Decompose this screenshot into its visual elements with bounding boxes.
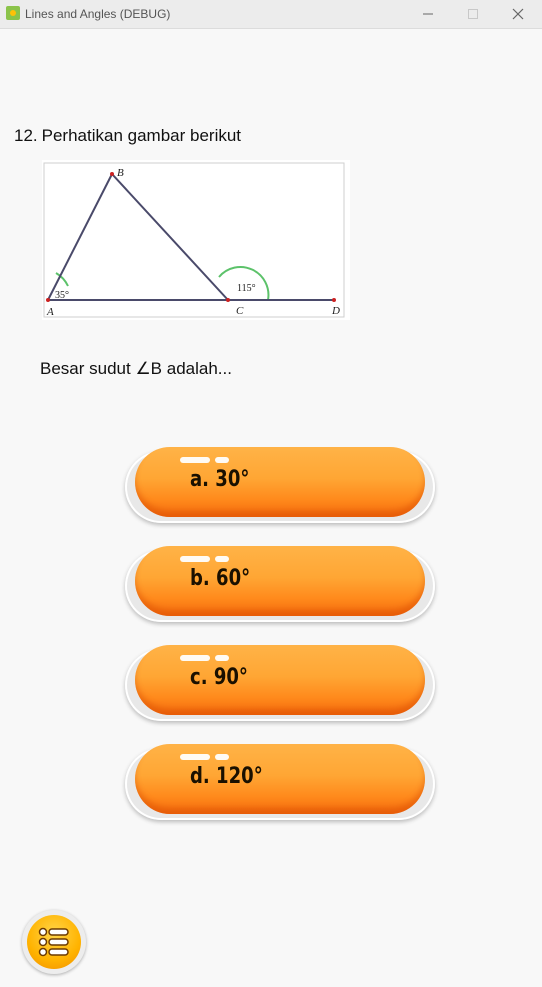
gloss-highlight: [215, 655, 229, 661]
list-menu-icon: [38, 927, 69, 957]
menu-button[interactable]: [22, 910, 86, 974]
label-d: D: [331, 305, 340, 317]
answer-options: a. 30° b. 60° c. 90° d. 120°: [125, 445, 435, 841]
option-d-label: d. 120°: [190, 764, 263, 789]
maximize-icon: [468, 9, 478, 19]
option-a-button[interactable]: a. 30°: [125, 445, 435, 525]
button-face: c. 90°: [135, 645, 425, 715]
minimize-button[interactable]: [405, 0, 451, 28]
gloss-highlight: [215, 457, 229, 463]
maximize-button[interactable]: [450, 0, 496, 28]
triangle-diagram: A B C D 35° 115°: [43, 162, 345, 318]
close-button[interactable]: [495, 0, 541, 28]
point-c: [226, 298, 230, 302]
button-face: d. 120°: [135, 744, 425, 814]
angle-a-label: 35°: [55, 290, 69, 301]
label-c: C: [236, 305, 244, 317]
gloss-highlight: [180, 457, 210, 463]
gloss-highlight: [180, 655, 210, 661]
point-b: [110, 172, 114, 176]
option-b-button[interactable]: b. 60°: [125, 544, 435, 624]
question-text: Perhatikan gambar berikut: [41, 126, 242, 145]
label-b: B: [117, 167, 124, 179]
gloss-highlight: [180, 754, 210, 760]
gloss-highlight: [180, 556, 210, 562]
angle-c-label: 115°: [237, 283, 256, 294]
app-icon: [6, 6, 20, 20]
title-bar: Lines and Angles (DEBUG): [0, 0, 542, 29]
close-icon: [512, 8, 524, 20]
point-d: [332, 298, 336, 302]
question-prompt: Besar sudut ∠B adalah...: [40, 359, 232, 378]
option-d-button[interactable]: d. 120°: [125, 742, 435, 822]
question-number: 12.: [14, 126, 38, 145]
button-face: a. 30°: [135, 447, 425, 517]
window-title: Lines and Angles (DEBUG): [25, 7, 171, 21]
button-face: b. 60°: [135, 546, 425, 616]
gloss-highlight: [215, 754, 229, 760]
label-a: A: [46, 306, 54, 318]
gloss-highlight: [215, 556, 229, 562]
option-b-label: b. 60°: [190, 566, 251, 591]
triangle-figure: A B C D 35° 115°: [42, 160, 350, 320]
minimize-icon: [423, 13, 433, 15]
question-heading: 12. Perhatikan gambar berikut: [14, 126, 241, 146]
point-a: [46, 298, 50, 302]
option-a-label: a. 30°: [190, 467, 250, 492]
option-c-button[interactable]: c. 90°: [125, 643, 435, 723]
menu-button-face: [27, 915, 81, 969]
option-c-label: c. 90°: [190, 665, 248, 690]
